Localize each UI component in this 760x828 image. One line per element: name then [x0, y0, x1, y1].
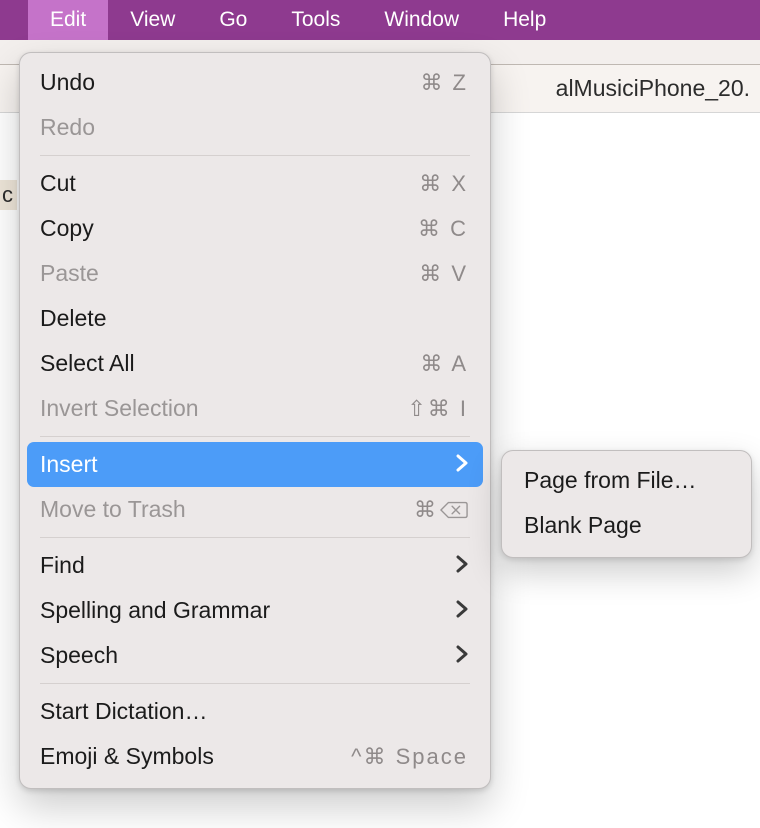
- menubar-item-go[interactable]: Go: [197, 0, 269, 40]
- menu-item-label: Start Dictation…: [40, 698, 468, 725]
- menu-item-label: Copy: [40, 215, 418, 242]
- menu-item-label: Select All: [40, 350, 420, 377]
- sidebar-text-fragment: c: [0, 180, 17, 210]
- menu-item-cut[interactable]: Cut ⌘ X: [20, 161, 490, 206]
- menu-item-delete[interactable]: Delete: [20, 296, 490, 341]
- menubar-item-help[interactable]: Help: [481, 0, 568, 40]
- menubar-item-tools[interactable]: Tools: [269, 0, 362, 40]
- menu-item-shortcut: ⌘ A: [420, 351, 468, 377]
- menu-item-shortcut: ⌘ X: [419, 171, 468, 197]
- chevron-right-icon: [450, 552, 468, 579]
- menu-item-find[interactable]: Find: [20, 543, 490, 588]
- menu-item-invert-selection: Invert Selection ⇧⌘ I: [20, 386, 490, 431]
- menu-separator: [40, 155, 470, 156]
- menu-item-shortcut: ^⌘ Space: [351, 744, 468, 770]
- menubar-item-window[interactable]: Window: [362, 0, 481, 40]
- menubar-item-view[interactable]: View: [108, 0, 197, 40]
- menu-separator: [40, 537, 470, 538]
- chevron-right-icon: [450, 642, 468, 669]
- menu-item-shortcut: ⌘ V: [419, 261, 468, 287]
- menu-item-label: Invert Selection: [40, 395, 407, 422]
- menu-item-copy[interactable]: Copy ⌘ C: [20, 206, 490, 251]
- menu-item-emoji-symbols[interactable]: Emoji & Symbols ^⌘ Space: [20, 734, 490, 779]
- menu-item-start-dictation[interactable]: Start Dictation…: [20, 689, 490, 734]
- menu-item-label: Delete: [40, 305, 468, 332]
- menu-item-shortcut: ⌘ C: [418, 216, 468, 242]
- menu-item-shortcut: ⌘: [414, 497, 468, 523]
- insert-submenu: Page from File… Blank Page: [501, 450, 752, 558]
- submenu-item-blank-page[interactable]: Blank Page: [502, 503, 751, 548]
- backspace-icon: [440, 500, 468, 520]
- menu-item-label: Undo: [40, 69, 420, 96]
- menu-item-redo: Redo: [20, 105, 490, 150]
- menu-item-label: Cut: [40, 170, 419, 197]
- menu-item-label: Paste: [40, 260, 419, 287]
- menu-item-label: Insert: [40, 451, 450, 478]
- menu-item-label: Speech: [40, 642, 450, 669]
- menu-item-speech[interactable]: Speech: [20, 633, 490, 678]
- menu-item-spelling-grammar[interactable]: Spelling and Grammar: [20, 588, 490, 633]
- menu-item-paste: Paste ⌘ V: [20, 251, 490, 296]
- menubar: Edit View Go Tools Window Help: [0, 0, 760, 40]
- submenu-item-page-from-file[interactable]: Page from File…: [502, 458, 751, 503]
- chevron-right-icon: [450, 597, 468, 624]
- menu-item-insert[interactable]: Insert: [27, 442, 483, 487]
- menu-item-undo[interactable]: Undo ⌘ Z: [20, 60, 490, 105]
- chevron-right-icon: [450, 451, 468, 478]
- submenu-item-label: Page from File…: [524, 467, 697, 494]
- menu-item-label: Move to Trash: [40, 496, 414, 523]
- menu-item-label: Redo: [40, 114, 468, 141]
- menu-item-label: Emoji & Symbols: [40, 743, 351, 770]
- submenu-item-label: Blank Page: [524, 512, 642, 539]
- document-title-fragment: alMusiciPhone_20.: [556, 75, 750, 102]
- menu-item-shortcut: ⇧⌘ I: [407, 396, 468, 422]
- edit-menu: Undo ⌘ Z Redo Cut ⌘ X Copy ⌘ C Paste ⌘ V…: [19, 52, 491, 789]
- menu-item-select-all[interactable]: Select All ⌘ A: [20, 341, 490, 386]
- menu-item-label: Spelling and Grammar: [40, 597, 450, 624]
- menu-item-move-to-trash: Move to Trash ⌘: [20, 487, 490, 532]
- menu-separator: [40, 436, 470, 437]
- menu-item-shortcut: ⌘ Z: [420, 70, 468, 96]
- menubar-item-edit[interactable]: Edit: [28, 0, 108, 40]
- menu-separator: [40, 683, 470, 684]
- menu-item-label: Find: [40, 552, 450, 579]
